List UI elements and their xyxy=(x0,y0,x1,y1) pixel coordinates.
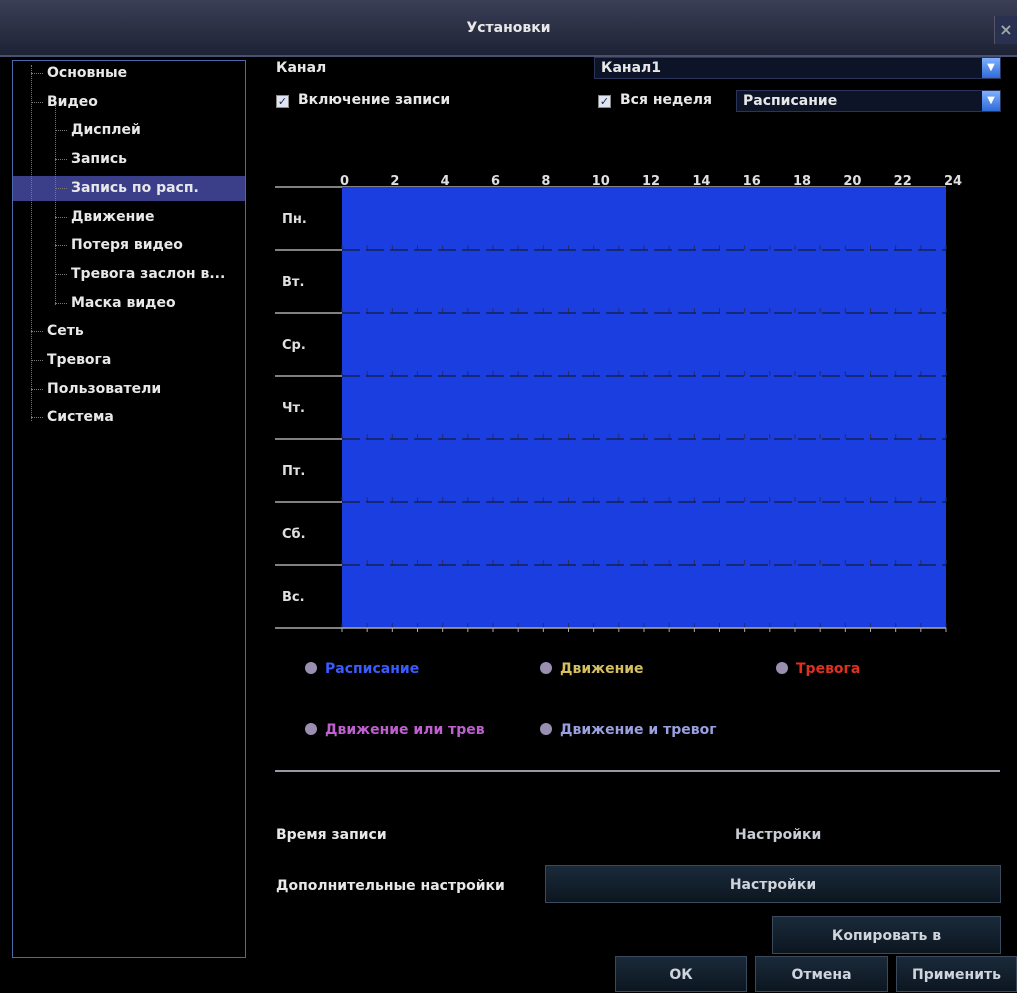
advanced-label: Дополнительные настройки xyxy=(276,878,505,894)
sidebar-item[interactable]: Сеть xyxy=(13,319,245,344)
hour-label: 24 xyxy=(944,174,962,189)
settings-tree: Основные Видео Дисплей Запись Запись по расп… xyxy=(12,60,246,958)
sidebar-item-label: Основные xyxy=(47,65,128,81)
hour-label: 10 xyxy=(592,174,610,189)
channel-label: Канал xyxy=(276,60,327,76)
hour-label: 2 xyxy=(390,174,399,189)
apply-button[interactable]: Применить xyxy=(896,956,1017,992)
legend-item[interactable]: Движение или трев xyxy=(305,722,485,738)
hour-label: 12 xyxy=(642,174,660,189)
sidebar-item-label: Тревога xyxy=(47,352,112,368)
sidebar-item[interactable]: Тревога заслон в... xyxy=(13,262,245,287)
sidebar-item-label: Тревога заслон в... xyxy=(71,265,226,282)
chevron-down-icon[interactable]: ▼ xyxy=(982,91,1000,111)
legend-label: Расписание xyxy=(325,661,420,677)
hour-label: 22 xyxy=(894,174,912,189)
sidebar-item[interactable]: Потеря видео xyxy=(13,233,245,258)
cancel-button[interactable]: Отмена xyxy=(755,956,888,992)
hour-label: 16 xyxy=(743,174,761,189)
sidebar-item-label: Пользователи xyxy=(47,380,162,397)
day-label: Пн. xyxy=(282,212,307,227)
legend-item[interactable]: Расписание xyxy=(305,661,419,677)
legend-label: Тревога xyxy=(796,661,861,677)
window-title: Установки xyxy=(466,20,551,36)
sidebar-item[interactable]: Дисплей xyxy=(13,118,245,143)
legend-label: Движение xyxy=(560,661,644,677)
sidebar-item[interactable]: Система xyxy=(13,405,245,430)
sidebar-item-label: Дисплей xyxy=(71,122,141,139)
mode-select-value: Расписание xyxy=(743,93,838,109)
radio-icon[interactable] xyxy=(540,723,552,735)
legend-item[interactable]: Тревога xyxy=(776,661,860,677)
ok-button[interactable]: ОК xyxy=(615,956,747,992)
day-label: Вс. xyxy=(282,590,305,605)
advanced-settings-button[interactable]: Настройки xyxy=(545,865,1001,903)
sidebar-item[interactable]: Видео xyxy=(13,90,245,115)
sidebar-item-label: Запись по расп. xyxy=(71,179,199,196)
sidebar-item[interactable]: Запись по расп. xyxy=(13,175,245,201)
sidebar-item[interactable]: Тревога xyxy=(13,348,245,373)
hour-label: 8 xyxy=(541,174,550,189)
legend-label: Движение и тревог xyxy=(560,722,717,738)
day-label: Сб. xyxy=(282,527,306,542)
enable-record-checkbox[interactable]: ✓ xyxy=(276,95,289,108)
sidebar-item-label: Сеть xyxy=(47,323,84,340)
hour-label: 6 xyxy=(491,174,500,189)
radio-icon[interactable] xyxy=(540,662,552,674)
legend-item[interactable]: Движение и тревог xyxy=(540,722,717,738)
divider xyxy=(275,770,1000,772)
sidebar-item-label: Движение xyxy=(71,208,155,225)
sidebar-item[interactable]: Пользователи xyxy=(13,377,245,402)
window-titlebar: Установки × xyxy=(0,0,1017,57)
schedule-grid[interactable]: 0 2 4 6 8 10 12 14 16 18 20 22 24Пн.Вт.Ср.Чт.Пт.Сб.В… xyxy=(270,165,990,637)
sidebar-item-label: Запись xyxy=(71,151,128,168)
sidebar-item-label: Система xyxy=(47,409,114,426)
whole-week-checkbox[interactable]: ✓ xyxy=(598,95,611,108)
chevron-down-icon[interactable]: ▼ xyxy=(982,58,1000,78)
tree-line xyxy=(31,65,32,421)
hour-label: 20 xyxy=(843,174,861,189)
record-time-label: Время записи xyxy=(276,827,387,843)
sidebar-item[interactable]: Движение xyxy=(13,205,245,230)
radio-icon[interactable] xyxy=(305,662,317,674)
sidebar-item[interactable]: Запись xyxy=(13,147,245,172)
hour-label: 18 xyxy=(793,174,811,189)
whole-week-label: Вся неделя xyxy=(620,92,713,108)
record-time-settings-button[interactable]: Настройки xyxy=(735,827,821,843)
sidebar-item[interactable]: Основные xyxy=(13,61,245,86)
tree-line xyxy=(55,105,56,305)
mode-select[interactable]: Расписание ▼ xyxy=(736,90,1001,112)
sidebar-item-label: Потеря видео xyxy=(71,237,183,254)
day-label: Чт. xyxy=(282,401,305,416)
radio-icon[interactable] xyxy=(776,662,788,674)
channel-select[interactable]: Канал1 ▼ xyxy=(594,57,1001,79)
radio-icon[interactable] xyxy=(305,723,317,735)
legend-label: Движение или трев xyxy=(325,722,485,738)
day-label: Ср. xyxy=(282,338,306,353)
hour-label: 14 xyxy=(692,174,710,189)
day-label: Пт. xyxy=(282,464,305,479)
copy-to-button[interactable]: Копировать в xyxy=(772,916,1001,954)
channel-select-value: Канал1 xyxy=(601,60,662,76)
sidebar-item[interactable]: Маска видео xyxy=(13,291,245,316)
close-icon[interactable]: × xyxy=(994,16,1017,44)
sidebar-item-label: Маска видео xyxy=(71,294,176,311)
day-label: Вт. xyxy=(282,275,304,290)
hour-label: 0 xyxy=(340,174,349,189)
hour-label: 4 xyxy=(441,174,450,189)
legend-item[interactable]: Движение xyxy=(540,661,644,677)
enable-record-label: Включение записи xyxy=(298,92,451,108)
